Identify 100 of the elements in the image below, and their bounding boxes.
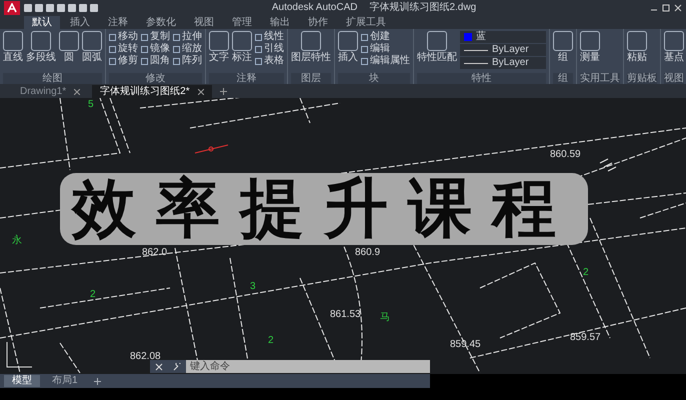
tool-icon [553,31,573,51]
ribbon-tab[interactable]: 参数化 [138,16,184,29]
ribbon-tool-button[interactable]: 表格 [255,55,284,67]
ribbon-tab[interactable]: 插入 [62,16,98,29]
drawing-label: 2 [268,336,274,346]
drawing-label: 5 [88,100,94,110]
ribbon-tool-button[interactable]: 粘贴 [627,31,647,63]
tool-icon [427,31,447,51]
ribbon-tool-button[interactable]: 圆弧 [82,31,102,63]
panel-title: 视图 [664,73,684,84]
panel-title: 特性 [417,73,546,84]
panel-title: 图层 [291,73,331,84]
ribbon-tool-button[interactable]: 标注 [232,31,252,63]
tool-icon [3,31,23,51]
drawing-label: 2 [583,268,589,278]
ucs-icon [4,340,34,370]
ribbon-tool-button[interactable]: 文字 [209,31,229,63]
panel-title: 绘图 [3,73,102,84]
drawing-label: 859.45 [450,340,481,350]
dropdown-value: 蓝 [476,31,486,43]
tool-icon [301,31,321,51]
drawing-label: 860.59 [550,150,581,160]
ribbon-tool-button[interactable]: 旋转 [109,43,138,55]
layout-tab[interactable]: 模型 [4,375,40,387]
close-icon[interactable] [674,4,682,12]
ribbon-tab[interactable]: 视图 [186,16,222,29]
ribbon-tool-button[interactable]: 多段线 [26,31,56,63]
plus-icon[interactable] [220,88,227,95]
ribbon-tool-button[interactable]: 图层特性 [291,31,331,63]
ribbon-tool-button[interactable]: 圆角 [141,55,170,67]
ribbon-tool-button[interactable]: 移动 [109,31,138,43]
drawing-label: 永 [12,236,22,246]
drawing-label: 2 [90,290,96,300]
ribbon-tool-button[interactable]: 圆 [59,31,79,63]
ribbon-tab[interactable]: 管理 [224,16,260,29]
tool-icon [627,31,647,51]
file-tab-label: Drawing1* [20,85,66,99]
ribbon-tool-button[interactable]: 创建 [361,31,410,43]
ribbon-tool-button[interactable]: 复制 [141,31,170,43]
panel-title: 剪贴板 [627,73,657,84]
maximize-icon[interactable] [662,4,670,12]
panel-title: 注释 [209,73,284,84]
panel-title: 修改 [109,73,202,84]
overlay-title: 效率提升课程 [60,173,588,245]
close-icon[interactable] [198,88,204,94]
wrench-icon[interactable] [173,362,181,370]
line-sample-icon [464,62,488,64]
drawing-label: 3 [250,282,256,292]
tool-icon [232,31,252,51]
drawing-label: 马 [380,313,390,323]
ribbon-tab[interactable]: 注释 [100,16,136,29]
ribbon-tool-button[interactable]: 缩放 [173,43,202,55]
tool-icon [82,31,102,51]
file-tab[interactable]: 字体规训练习图纸2* [92,85,212,98]
drawing-label: 860.9 [355,248,380,258]
property-dropdown[interactable]: ByLayer [460,57,546,69]
property-dropdown[interactable]: 蓝 [460,31,546,43]
file-tab[interactable]: Drawing1* [12,85,88,98]
drawing-canvas[interactable]: 5 862.0 永 2 3 862.08 2 860.59 860.9 861.53 马 859.45 2 859.57 效率提升课程 键入命令 [0,98,686,374]
drawing-label: 862.08 [130,352,161,362]
panel-title: 组 [553,73,573,84]
ribbon-tab[interactable]: 默认 [24,16,60,29]
property-dropdown[interactable]: ByLayer [460,44,546,56]
ribbon-tool-button[interactable]: 引线 [255,43,284,55]
ribbon-tool-button[interactable]: 插入 [338,31,358,63]
file-name: 字体规训练习图纸2.dwg [369,0,476,15]
ribbon-tool-button[interactable]: 特性匹配 [417,31,457,63]
tool-icon [59,31,79,51]
file-tab-label: 字体规训练习图纸2* [100,84,190,99]
ribbon-tool-button[interactable]: 编辑 [361,43,410,55]
tool-icon [209,31,229,51]
plus-icon[interactable] [94,378,101,384]
tool-icon [31,31,51,51]
ribbon-tool-button[interactable]: 直线 [3,31,23,63]
tool-icon [338,31,358,51]
ribbon-tool-button[interactable]: 线性 [255,31,284,43]
ribbon-tool-button[interactable]: 阵列 [173,55,202,67]
drawing-label: 862.0 [142,248,168,258]
panel-title: 实用工具 [580,73,620,84]
ribbon-tab[interactable]: 输出 [262,16,298,29]
app-logo-icon[interactable] [4,0,20,14]
ribbon-tab[interactable]: 协作 [300,16,336,29]
tool-icon [664,31,684,51]
ribbon-tool-button[interactable]: 修剪 [109,55,138,67]
drawing-label: 861.53 [330,310,361,320]
layout-tab[interactable]: 布局1 [44,375,86,387]
ribbon-tool-button[interactable]: 测量 [580,31,600,63]
ribbon-tool-button[interactable]: 镜像 [141,43,170,55]
ribbon-tool-button[interactable]: 组 [553,31,573,63]
window-title: Autodesk AutoCAD [272,1,358,15]
drawing-label: 859.57 [570,333,601,343]
ribbon-tool-button[interactable]: 基点 [664,31,684,63]
dropdown-value: ByLayer [492,57,529,69]
dropdown-value: ByLayer [492,44,529,56]
ribbon-tool-button[interactable]: 编辑属性 [361,55,410,67]
close-icon[interactable] [74,88,80,94]
tool-icon [580,31,600,51]
panel-title: 块 [338,73,410,84]
ribbon-tab[interactable]: 扩展工具 [338,16,394,29]
ribbon-tool-button[interactable]: 拉伸 [173,31,202,43]
